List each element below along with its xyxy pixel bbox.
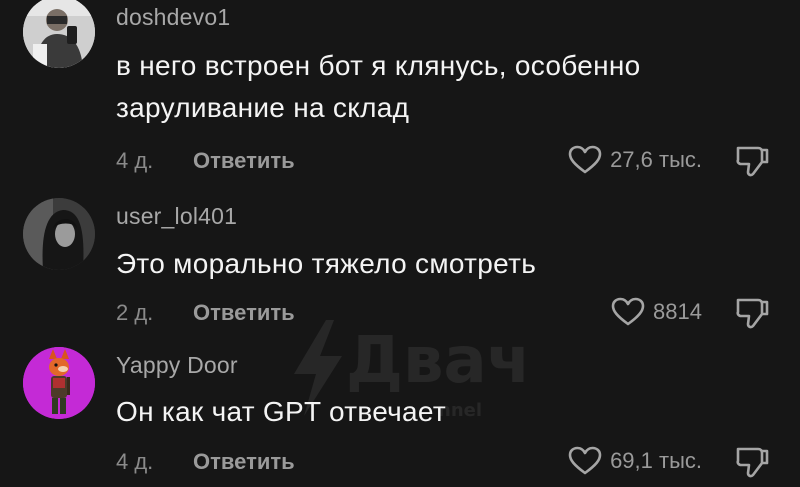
- dislike-button[interactable]: [734, 294, 770, 330]
- thumbs-down-icon: [736, 447, 769, 478]
- avatar[interactable]: [23, 198, 95, 270]
- like-button[interactable]: 27,6 тыс.: [568, 145, 702, 175]
- watermark-text: Двач: [346, 324, 531, 398]
- avatar[interactable]: [23, 347, 95, 419]
- comment-username[interactable]: user_lol401: [116, 203, 237, 230]
- like-button[interactable]: 69,1 тыс.: [568, 446, 702, 476]
- person-photo-icon: [23, 0, 95, 68]
- heart-icon: [568, 446, 602, 475]
- like-button[interactable]: 8814: [611, 297, 702, 327]
- comment-username[interactable]: Yappy Door: [116, 352, 238, 379]
- heart-icon: [568, 145, 602, 174]
- comment-username[interactable]: doshdevo1: [116, 4, 230, 31]
- dislike-button[interactable]: [734, 443, 770, 479]
- dark-portrait-icon: [23, 198, 95, 270]
- thumbs-down-icon: [736, 146, 769, 177]
- dislike-button[interactable]: [734, 142, 770, 178]
- avatar[interactable]: [23, 0, 95, 68]
- reply-button[interactable]: Ответить: [193, 449, 295, 475]
- reply-button[interactable]: Ответить: [193, 148, 295, 174]
- thumbs-down-icon: [736, 298, 769, 329]
- heart-icon: [611, 297, 645, 326]
- comment-timestamp: 4 д.: [116, 449, 154, 474]
- comment-text: Это морально тяжело смотреть: [116, 248, 537, 279]
- like-count: 8814: [653, 299, 702, 324]
- comment-timestamp: 4 д.: [116, 148, 154, 173]
- like-count: 69,1 тыс.: [610, 448, 702, 473]
- comment-text: в него встроен бот я клянусь, особенно з…: [116, 50, 641, 123]
- like-count: 27,6 тыс.: [610, 147, 702, 172]
- comment-timestamp: 2 д.: [116, 300, 154, 325]
- reply-button[interactable]: Ответить: [193, 300, 295, 326]
- cartoon-fox-icon: [23, 347, 95, 419]
- comment-text: Он как чат GPT отвечает: [116, 396, 446, 427]
